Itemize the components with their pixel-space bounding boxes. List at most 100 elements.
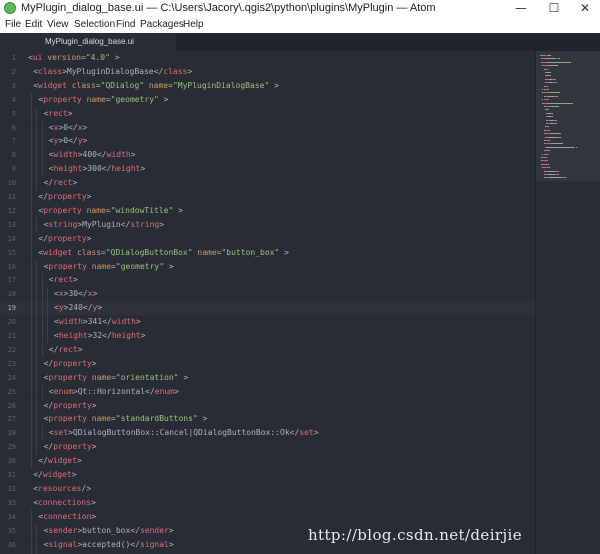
code-token: > xyxy=(279,247,289,257)
code-line[interactable]: 34 <connection> xyxy=(0,509,535,524)
menu-packages[interactable]: Packages xyxy=(140,19,184,30)
minimap-stroke xyxy=(549,177,561,179)
code-token: >32</ xyxy=(87,331,112,340)
minimap-stroke xyxy=(558,170,560,172)
code-line[interactable]: 26 </property> xyxy=(0,398,535,413)
code-text: <signal>accepted()</signal> xyxy=(44,539,174,551)
code-token: >QDialogButtonBox::Cancel|QDialogButtonB… xyxy=(68,428,300,438)
code-token: > xyxy=(168,525,174,535)
code-line[interactable]: 28 <set>QDialogButtonBox::Cancel|QDialogB… xyxy=(0,426,535,441)
code-line[interactable]: 12 <property name="windowTitle" > xyxy=(0,203,535,218)
code-line[interactable]: 31 </widget> xyxy=(0,468,535,482)
minimap-stroke xyxy=(546,68,548,70)
code-token: name xyxy=(91,414,112,424)
line-number: 5 xyxy=(11,109,16,118)
code-line[interactable]: 16 <property name="geometry" > xyxy=(0,259,535,274)
indent-guide xyxy=(46,301,48,316)
code-line[interactable]: 8 <width>400</width> xyxy=(0,148,535,163)
code-line[interactable]: 11 </property> xyxy=(0,190,535,204)
window-title: MyPlugin_dialog_base.ui — C:\Users\Jacor… xyxy=(21,2,436,14)
code-token: enum xyxy=(53,386,73,396)
code-line[interactable]: 27 <property name="standardButtons" > xyxy=(0,412,535,427)
code-line[interactable]: 13 <string>MyPlugin</string> xyxy=(0,217,535,232)
code-token: property xyxy=(53,400,92,410)
code-line[interactable]: 5 <rect> xyxy=(0,106,535,121)
code-token: rect xyxy=(53,275,73,285)
code-line[interactable]: 2 <class>MyPluginDialogBase</class> xyxy=(0,65,535,79)
code-line[interactable]: 29 </property> xyxy=(0,440,535,455)
close-button[interactable]: ✕ xyxy=(570,0,600,17)
code-line[interactable]: 17 <rect> xyxy=(0,273,535,288)
menu-file[interactable]: File xyxy=(5,19,21,30)
minimap-stroke xyxy=(548,126,550,128)
code-line[interactable]: 4 <property name="geometry" > xyxy=(0,92,535,107)
minimap-stroke xyxy=(558,92,560,94)
code-token: > xyxy=(164,261,174,271)
code-line[interactable]: 9 <height>300</height> xyxy=(0,162,535,177)
minimize-button[interactable]: — xyxy=(506,0,536,17)
code-text: <string>MyPlugin</string> xyxy=(44,219,164,231)
minimap-stroke xyxy=(571,102,573,104)
code-token: "QDialogButtonBox" xyxy=(105,247,193,257)
indent-guide xyxy=(31,426,33,441)
code-token: connection xyxy=(43,511,92,521)
code-line[interactable]: 20 <width>341</width> xyxy=(0,315,535,329)
code-token: >30</ xyxy=(63,289,88,299)
maximize-button[interactable]: ☐ xyxy=(539,0,569,17)
minimap[interactable] xyxy=(535,51,600,554)
code-line[interactable]: 18 <x>30</x> xyxy=(0,287,535,302)
code-line[interactable]: 10 </rect> xyxy=(0,176,535,190)
line-number: 21 xyxy=(7,332,16,340)
code-text: <connection> xyxy=(38,511,96,523)
code-token: "geometry" xyxy=(110,94,159,104)
code-line[interactable]: 14 </property> xyxy=(0,231,535,246)
code-token: </ xyxy=(43,442,54,452)
watermark: http://blog.csdn.net/deirjie xyxy=(308,526,523,544)
code-line[interactable]: 33 <connections> xyxy=(0,496,535,510)
menu-help[interactable]: Help xyxy=(183,19,204,30)
minimap-stroke xyxy=(547,146,574,148)
code-token: sender xyxy=(48,525,78,535)
code-line[interactable]: 19 <y>240</y> xyxy=(0,301,535,316)
tab-myplugin-dialog-base[interactable]: MyPlugin_dialog_base.ui xyxy=(0,33,176,51)
minimap-stroke xyxy=(565,102,572,104)
menu-edit[interactable]: Edit xyxy=(25,19,42,30)
line-number: 19 xyxy=(7,304,16,313)
code-token: name xyxy=(148,80,169,90)
minimap-stroke xyxy=(548,167,550,169)
code-token: </ xyxy=(33,470,43,479)
line-number: 25 xyxy=(7,387,16,396)
code-line[interactable]: 24 <property name="orientation" > xyxy=(0,370,535,385)
code-line[interactable]: 15 <widget class="QDialogButtonBox" name=… xyxy=(0,245,535,260)
code-line[interactable]: 1 <ui version="4.0" > xyxy=(0,51,535,65)
code-editor[interactable]: 1 <ui version="4.0" > 2 <class>MyPluginDial… xyxy=(0,51,535,554)
menu-selection[interactable]: Selection xyxy=(74,19,115,30)
code-line[interactable]: 22 </rect> xyxy=(0,342,535,357)
indent-guide xyxy=(31,106,33,121)
code-token: name xyxy=(197,247,217,257)
code-line[interactable]: 6 <x>0</x> xyxy=(0,120,535,135)
code-line[interactable]: 3 <widget class="QDialog" name="MyPluginD… xyxy=(0,79,535,93)
indent-guide xyxy=(31,273,33,288)
code-line[interactable]: 7 <y>0</y> xyxy=(0,134,535,149)
code-text: <resources/> xyxy=(33,483,91,495)
menu-find[interactable]: Find xyxy=(116,19,135,30)
indent-guide xyxy=(41,287,43,302)
code-text: <height>32</height> xyxy=(54,330,146,342)
code-text: <y>0</y> xyxy=(49,135,88,147)
tab-bar: MyPlugin_dialog_base.ui xyxy=(0,33,600,51)
minimap-stroke xyxy=(547,89,549,90)
indent-guide xyxy=(36,217,38,232)
menu-view[interactable]: View xyxy=(47,19,69,30)
indent-guide xyxy=(31,176,33,190)
line-number: 18 xyxy=(7,290,16,299)
indent-guide xyxy=(41,273,43,288)
code-text: <property name="geometry" > xyxy=(44,261,174,273)
indent-guide xyxy=(36,106,38,121)
code-line[interactable]: 23 </property> xyxy=(0,356,535,371)
code-line[interactable]: 25 <enum>Qt::Horizontal</enum> xyxy=(0,384,535,399)
code-line[interactable]: 32 <resources/> xyxy=(0,482,535,496)
code-line[interactable]: 30 </widget> xyxy=(0,454,535,468)
code-line[interactable]: 21 <height>32</height> xyxy=(0,329,535,343)
code-token: > xyxy=(313,428,319,438)
